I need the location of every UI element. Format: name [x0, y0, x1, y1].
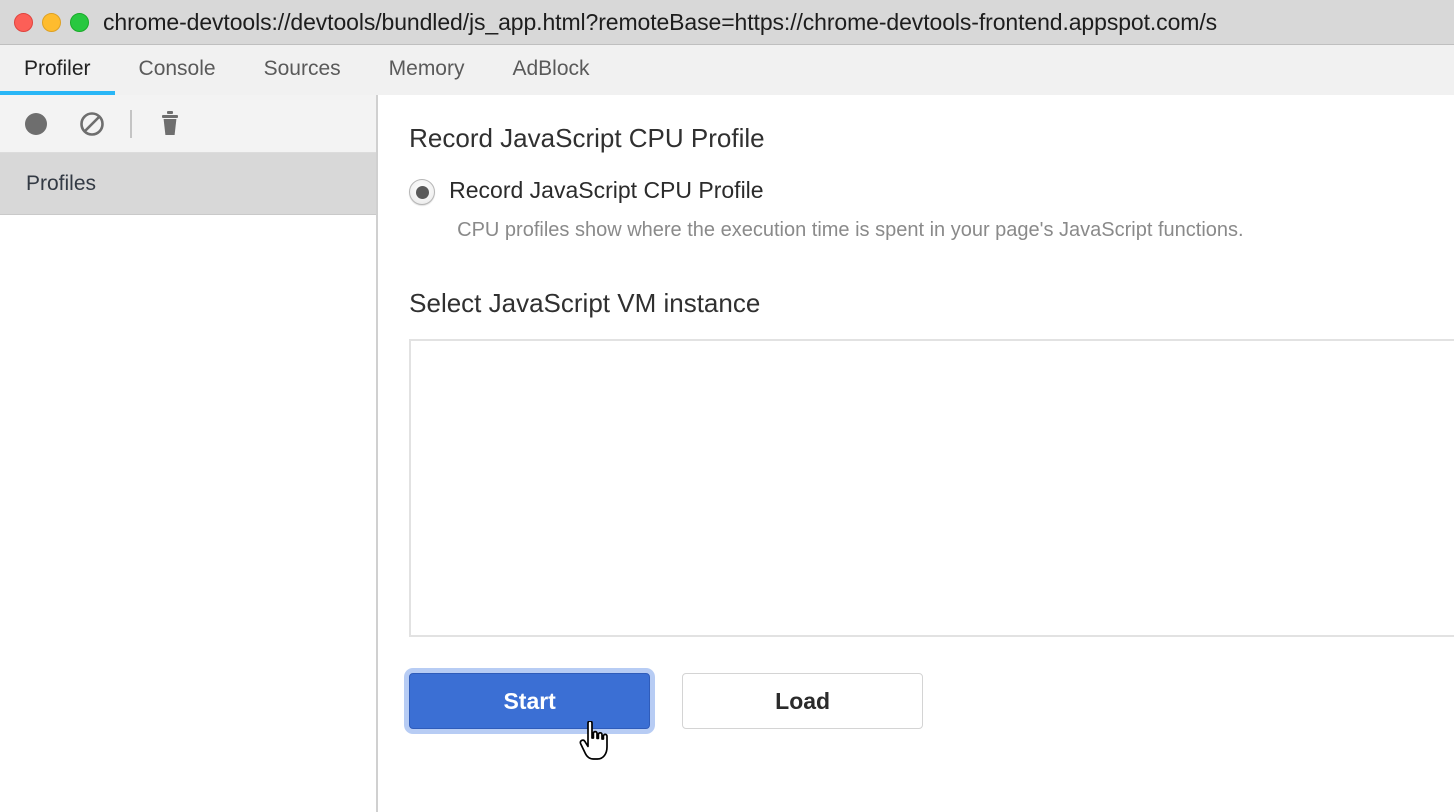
profiler-landing-content: Record JavaScript CPU Profile Record Jav…: [378, 95, 1454, 812]
record-profile-option[interactable]: Record JavaScript CPU Profile: [409, 176, 1454, 206]
tab-sources[interactable]: Sources: [240, 45, 365, 95]
profiles-section-header: Profiles: [0, 153, 377, 215]
clear-all-icon: [80, 111, 104, 136]
window-title: chrome-devtools://devtools/bundled/js_ap…: [103, 8, 1218, 35]
clear-all-button[interactable]: [74, 106, 110, 142]
record-profile-description: CPU profiles show where the execution ti…: [457, 219, 1244, 242]
profiler-toolbar: [0, 95, 377, 153]
vm-instance-listbox[interactable]: [409, 339, 1454, 638]
tab-memory[interactable]: Memory: [365, 45, 489, 95]
devtools-tabbar: Profiler Console Sources Memory AdBlock: [0, 45, 1454, 95]
profiles-list[interactable]: [0, 215, 377, 812]
window-controls: [0, 12, 89, 32]
tab-adblock[interactable]: AdBlock: [488, 45, 613, 95]
tab-console[interactable]: Console: [115, 45, 240, 95]
record-profile-radio-label: Record JavaScript CPU Profile: [449, 177, 764, 204]
toolbar-divider: [130, 109, 132, 138]
profiles-sidebar: Profiles: [0, 95, 379, 812]
record-profile-radio[interactable]: [409, 179, 436, 206]
record-section-title: Record JavaScript CPU Profile: [409, 123, 765, 153]
workspace: Profiles Record JavaScript CPU Profile R…: [0, 95, 1454, 812]
record-icon: [25, 112, 47, 135]
window-titlebar: chrome-devtools://devtools/bundled/js_ap…: [0, 0, 1454, 45]
load-button[interactable]: Load: [682, 673, 924, 730]
record-button[interactable]: [18, 106, 54, 142]
action-button-row: Start Load: [409, 673, 1454, 730]
start-button[interactable]: Start: [409, 673, 651, 730]
trash-icon: [162, 110, 178, 135]
delete-profile-button[interactable]: [152, 106, 188, 142]
maximize-window-icon[interactable]: [70, 12, 89, 32]
vm-section-title: Select JavaScript VM instance: [409, 288, 761, 319]
close-window-icon[interactable]: [14, 12, 33, 32]
minimize-window-icon[interactable]: [42, 12, 61, 32]
tab-profiler[interactable]: Profiler: [0, 45, 115, 95]
